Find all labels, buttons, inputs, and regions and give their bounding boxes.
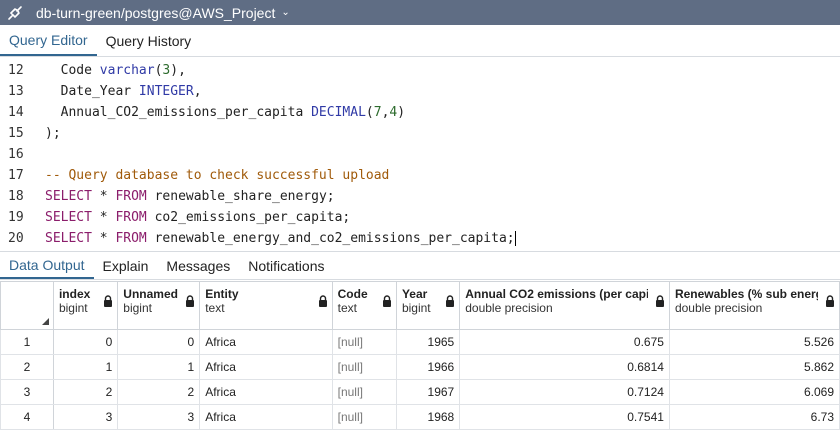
- table-row[interactable]: 4 3 3 Africa [null] 1968 0.7541 6.73: [0, 404, 840, 430]
- table-cell[interactable]: 6.73: [668, 404, 840, 430]
- table-cell[interactable]: 1968: [395, 404, 461, 430]
- line-number: 18: [8, 189, 24, 204]
- column-header[interactable]: Renewables (% sub energy) double precisio…: [668, 281, 840, 330]
- column-header[interactable]: Year bigint: [395, 281, 461, 330]
- tab-messages[interactable]: Messages: [157, 252, 239, 279]
- code-line: 12 Code varchar(3),: [0, 60, 840, 81]
- tab-query-editor[interactable]: Query Editor: [0, 32, 97, 56]
- data-grid: indexbigint Unnamed: 0bigint Entitytext …: [0, 281, 840, 430]
- output-tabs: Data Output Explain Messages Notificatio…: [0, 251, 840, 280]
- column-header[interactable]: Unnamed: 0bigint: [117, 281, 201, 330]
- table-row[interactable]: 1 0 0 Africa [null] 1965 0.675 5.526: [0, 329, 840, 355]
- column-header[interactable]: index bigint: [52, 281, 119, 330]
- line-number: 13: [8, 84, 24, 99]
- plug-icon: [0, 5, 30, 21]
- lock-icon: [186, 295, 195, 307]
- table-cell[interactable]: Africa: [199, 354, 333, 380]
- table-cell[interactable]: [null]: [331, 404, 397, 430]
- row-number[interactable]: 4: [0, 404, 54, 430]
- row-number[interactable]: 1: [0, 329, 54, 355]
- code-line: 19 SELECT * FROM co2_emissions_per_capit…: [0, 207, 840, 228]
- lock-icon: [655, 295, 664, 307]
- table-cell[interactable]: Africa: [199, 379, 333, 405]
- table-cell[interactable]: 1967: [395, 379, 461, 405]
- lock-icon: [382, 295, 391, 307]
- table-cell[interactable]: 0.7124: [459, 379, 670, 405]
- table-cell[interactable]: 6.069: [668, 379, 840, 405]
- table-row[interactable]: 3 2 2 Africa [null] 1967 0.7124 6.069: [0, 379, 840, 405]
- table-cell[interactable]: [null]: [331, 354, 397, 380]
- table-cell[interactable]: 3: [52, 404, 119, 430]
- table-cell[interactable]: 2: [52, 379, 119, 405]
- table-cell[interactable]: 0.675: [459, 329, 670, 355]
- row-number[interactable]: 2: [0, 354, 54, 380]
- table-cell[interactable]: [null]: [331, 379, 397, 405]
- query-tabs: Query Editor Query History: [0, 25, 840, 57]
- table-cell[interactable]: [null]: [331, 329, 397, 355]
- code-line: 17 -- Query database to check successful…: [0, 165, 840, 186]
- table-cell[interactable]: 1965: [395, 329, 461, 355]
- table-cell[interactable]: 0.6814: [459, 354, 670, 380]
- table-cell[interactable]: 5.526: [668, 329, 840, 355]
- table-cell[interactable]: 3: [117, 404, 201, 430]
- table-cell[interactable]: 0: [117, 329, 201, 355]
- table-cell[interactable]: 1966: [395, 354, 461, 380]
- corner-arrow-icon: [41, 318, 49, 325]
- table-cell[interactable]: 0: [52, 329, 119, 355]
- column-header[interactable]: Entity text: [199, 281, 333, 330]
- table-cell[interactable]: 1: [52, 354, 119, 380]
- line-number: 16: [8, 147, 24, 162]
- lock-icon: [826, 295, 834, 307]
- connection-title[interactable]: db-turn-green/postgres@AWS_Project: [36, 5, 275, 21]
- line-number: 12: [8, 63, 24, 78]
- lock-icon: [318, 295, 327, 307]
- column-header[interactable]: Code text: [331, 281, 397, 330]
- table-cell[interactable]: 0.7541: [459, 404, 670, 430]
- line-number: 17: [8, 168, 24, 183]
- table-cell[interactable]: Africa: [199, 329, 333, 355]
- text-cursor: [514, 231, 516, 246]
- code-line: 15 );: [0, 123, 840, 144]
- title-bar: db-turn-green/postgres@AWS_Project ⌄: [0, 0, 840, 25]
- line-number: 14: [8, 105, 24, 120]
- table-cell[interactable]: 1: [117, 354, 201, 380]
- tab-data-output[interactable]: Data Output: [0, 252, 94, 279]
- select-all-corner[interactable]: [0, 281, 54, 330]
- sql-comment: -- Query database to check successful up…: [45, 168, 390, 183]
- tab-notifications[interactable]: Notifications: [239, 252, 333, 279]
- tab-query-history[interactable]: Query History: [97, 33, 201, 56]
- table-cell[interactable]: Africa: [199, 404, 333, 430]
- column-header[interactable]: Annual CO2 emissions (per capita) double …: [459, 281, 670, 330]
- row-number[interactable]: 3: [0, 379, 54, 405]
- table-cell[interactable]: 5.862: [668, 354, 840, 380]
- code-line: 13 Date_Year INTEGER,: [0, 81, 840, 102]
- sql-editor[interactable]: 12 Code varchar(3), 13 Date_Year INTEGER…: [0, 57, 840, 249]
- chevron-down-icon[interactable]: ⌄: [281, 7, 289, 18]
- code-line: 14 Annual_CO2_emissions_per_capita DECIM…: [0, 102, 840, 123]
- table-row[interactable]: 2 1 1 Africa [null] 1966 0.6814 5.862: [0, 354, 840, 380]
- lock-icon: [446, 295, 455, 307]
- line-number: 15: [8, 126, 24, 141]
- code-line: 16: [0, 144, 840, 165]
- code-line: 20 SELECT * FROM renewable_energy_and_co…: [0, 228, 840, 249]
- header-row: indexbigint Unnamed: 0bigint Entitytext …: [0, 281, 840, 330]
- code-line: 18 SELECT * FROM renewable_share_energy;: [0, 186, 840, 207]
- line-number: 19: [8, 210, 24, 225]
- line-number: 20: [8, 231, 24, 246]
- tab-explain[interactable]: Explain: [94, 252, 158, 279]
- lock-icon: [104, 295, 113, 307]
- table-cell[interactable]: 2: [117, 379, 201, 405]
